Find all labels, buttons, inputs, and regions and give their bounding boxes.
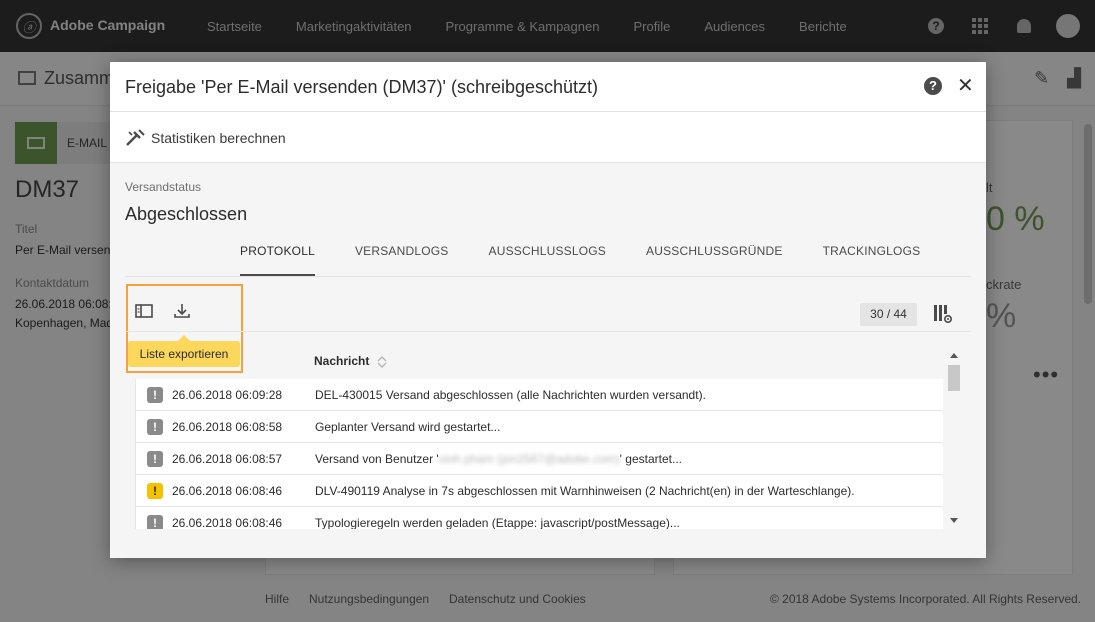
info-icon: ! [147,515,163,529]
dialog-header: Freigabe 'Per E-Mail versenden (DM37)' (… [110,62,986,112]
row-date: 26.06.2018 06:08:57 [172,452,283,466]
sort-icon[interactable] [377,355,387,369]
tab-trackinglogs[interactable]: TRACKINGLOGS [803,232,941,276]
delivery-status-value: Abgeschlossen [125,204,248,224]
tab-protokoll[interactable]: PROTOKOLL [220,232,335,276]
table-row[interactable]: ! 26.06.2018 06:08:57 Versand von Benutz… [136,443,943,475]
table-row[interactable]: ! 26.06.2018 06:08:58 Geplanter Versand … [136,411,943,443]
log-table: ! 26.06.2018 06:09:28 DEL-430015 Versand… [135,379,943,529]
table-row[interactable]: ! 26.06.2018 06:08:46 DLV-490119 Analyse… [136,475,943,507]
record-counter: 30 / 44 [860,303,917,326]
info-icon: ! [147,451,163,467]
row-date: 26.06.2018 06:09:28 [172,388,283,402]
table-row[interactable]: ! 26.06.2018 06:09:28 DEL-430015 Versand… [136,379,943,411]
tab-divider [125,276,971,277]
row-date: 26.06.2018 06:08:46 [172,484,283,498]
row-message: Geplanter Versand wird gestartet... [315,420,501,434]
info-icon: ! [147,387,163,403]
toolbar-divider [125,331,971,332]
dialog-toolbar: Statistiken berechnen [110,112,986,163]
tab-versandlogs[interactable]: VERSANDLOGS [335,232,469,276]
warning-icon: ! [147,483,163,499]
export-list-tooltip: Liste exportieren [128,335,240,367]
scroll-up-icon[interactable] [950,353,958,358]
column-header-nachricht[interactable]: Nachricht [314,354,369,368]
tab-ausschlusslogs[interactable]: AUSSCHLUSSLOGS [469,232,627,276]
log-tabs: PROTOKOLL VERSANDLOGS AUSSCHLUSSLOGS AUS… [220,232,940,276]
compute-statistics-button[interactable]: Statistiken berechnen [151,130,286,146]
scroll-thumb[interactable] [948,365,960,391]
table-scrollbar[interactable] [948,349,960,527]
delivery-status-label: Versandstatus [125,180,202,194]
row-message: DLV-490119 Analyse in 7s abgeschlossen m… [315,484,855,498]
row-date: 26.06.2018 06:08:58 [172,420,283,434]
row-message: DEL-430015 Versand abgeschlossen (alle N… [315,388,706,402]
row-message-prefix: Versand von Benutzer ' [315,452,439,466]
close-icon[interactable]: ✕ [957,73,974,98]
row-message: Versand von Benutzer 'vinh pham (jon2567… [315,452,682,466]
row-message-suffix: ' gestartet... [619,452,682,466]
info-icon: ! [147,419,163,435]
compute-statistics-icon[interactable] [125,129,145,147]
toggle-panel-icon[interactable] [135,303,153,319]
approval-dialog: Freigabe 'Per E-Mail versenden (DM37)' (… [110,62,986,558]
row-date: 26.06.2018 06:08:46 [172,516,283,529]
blurred-user-name: vinh pham (jon2567@adobe.com) [438,452,620,466]
scroll-down-icon[interactable] [950,518,958,523]
column-settings-icon[interactable] [933,304,953,324]
tab-ausschlussgruende[interactable]: AUSSCHLUSSGRÜNDE [626,232,803,276]
table-row[interactable]: ! 26.06.2018 06:08:46 Typologieregeln we… [136,507,943,529]
dialog-title: Freigabe 'Per E-Mail versenden (DM37)' (… [125,77,599,97]
row-message: Typologieregeln werden geladen (Etappe: … [315,516,680,529]
help-icon[interactable]: ? [924,77,942,95]
download-icon[interactable] [173,303,191,319]
